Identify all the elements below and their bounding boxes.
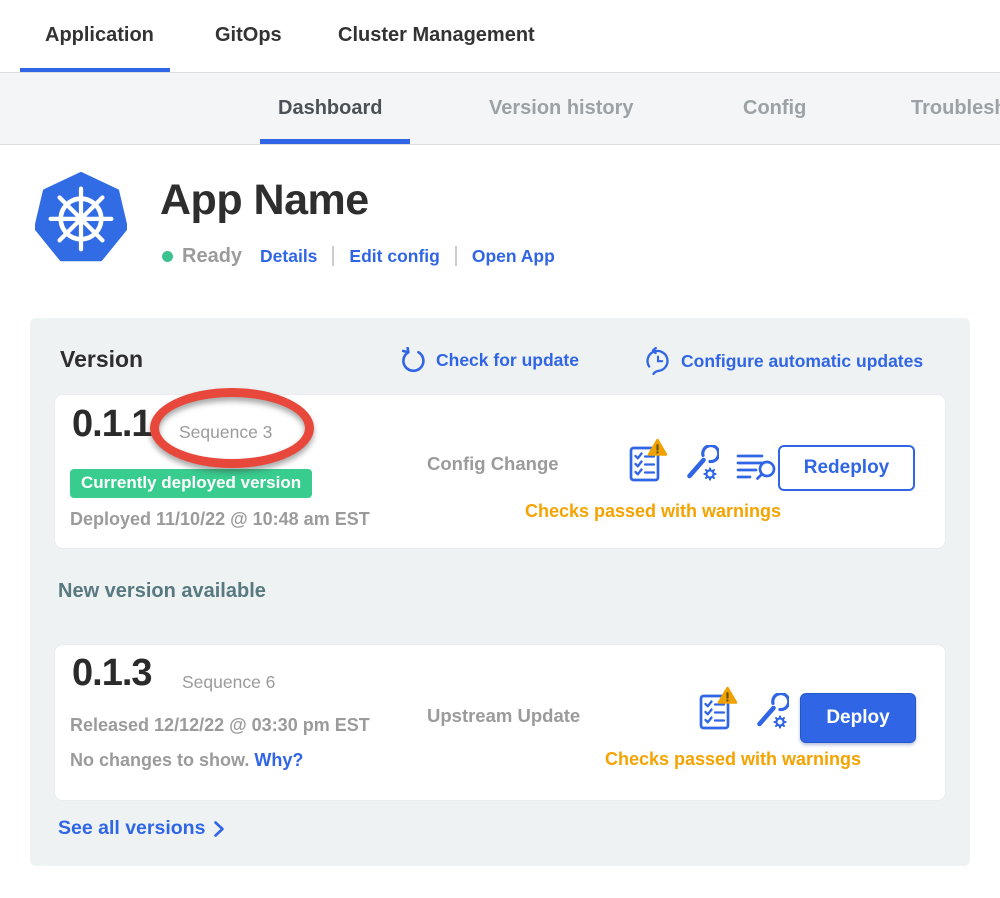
checklist-warning-icon[interactable] <box>698 687 736 731</box>
why-link[interactable]: Why? <box>254 750 303 770</box>
current-version-sequence: Sequence 3 <box>179 422 272 443</box>
app-status-row: Ready Details Edit config Open App <box>162 243 555 269</box>
status-dot-icon <box>162 251 173 262</box>
available-version-checks-status: Checks passed with warnings <box>543 749 923 770</box>
available-version-sequence: Sequence 6 <box>182 672 275 693</box>
tab-gitops[interactable]: GitOps <box>215 24 282 47</box>
deployed-timestamp: Deployed 11/10/22 @ 10:48 am EST <box>70 509 370 530</box>
edit-config-link[interactable]: Edit config <box>349 246 439 267</box>
checklist-warning-icon[interactable] <box>628 439 666 483</box>
available-version-check-icons <box>698 687 789 731</box>
tab-cluster-management[interactable]: Cluster Management <box>338 24 535 47</box>
subtab-version-history[interactable]: Version history <box>489 97 634 120</box>
deploy-button[interactable]: Deploy <box>800 693 916 743</box>
current-version-check-icons <box>628 439 778 483</box>
check-for-update-button[interactable]: Check for update <box>400 347 579 374</box>
new-version-heading: New version available <box>58 580 266 603</box>
see-all-versions-label: See all versions <box>58 817 205 840</box>
current-version-card: 0.1.1 Sequence 3 Currently deployed vers… <box>55 395 945 548</box>
app-screen: Application GitOps Cluster Management Da… <box>0 0 1000 898</box>
subtab-dashboard[interactable]: Dashboard <box>278 97 382 120</box>
details-link[interactable]: Details <box>260 246 317 267</box>
current-version-source: Config Change <box>427 453 559 475</box>
no-changes-row: No changes to show. Why? <box>70 750 303 771</box>
view-files-icon[interactable] <box>736 451 778 483</box>
chevron-right-icon <box>213 820 225 838</box>
redeploy-button[interactable]: Redeploy <box>778 445 915 491</box>
currently-deployed-badge: Currently deployed version <box>70 469 312 498</box>
open-app-link[interactable]: Open App <box>472 246 555 267</box>
status-badge: Ready <box>182 245 242 268</box>
divider <box>455 246 457 266</box>
check-for-update-label: Check for update <box>436 350 579 371</box>
top-nav: Application GitOps Cluster Management <box>0 0 1000 72</box>
version-panel: Version Check for update Configure autom… <box>30 318 970 866</box>
wrench-gear-icon[interactable] <box>753 693 789 731</box>
divider <box>332 246 334 266</box>
tab-application[interactable]: Application <box>45 24 154 47</box>
subtab-troubleshoot[interactable]: Troubleshoot <box>911 97 1000 120</box>
see-all-versions-link[interactable]: See all versions <box>58 817 225 840</box>
released-timestamp: Released 12/12/22 @ 03:30 pm EST <box>70 715 370 736</box>
wrench-gear-icon[interactable] <box>683 445 719 483</box>
configure-automatic-updates-button[interactable]: Configure automatic updates <box>644 347 923 375</box>
active-subtab-underline <box>260 139 410 144</box>
current-version-checks-status: Checks passed with warnings <box>463 501 843 522</box>
sub-nav: Dashboard Version history Config Trouble… <box>0 72 1000 145</box>
configure-automatic-updates-label: Configure automatic updates <box>681 351 923 372</box>
version-panel-title: Version <box>60 346 143 373</box>
kubernetes-logo <box>35 172 127 264</box>
subtab-config[interactable]: Config <box>743 97 806 120</box>
refresh-icon <box>400 347 427 374</box>
page-title: App Name <box>160 176 369 225</box>
available-version-source: Upstream Update <box>427 705 580 727</box>
available-version-number: 0.1.3 <box>72 652 152 695</box>
no-changes-label: No changes to show. <box>70 750 249 770</box>
current-version-number: 0.1.1 <box>72 403 152 446</box>
auto-update-icon <box>644 347 672 375</box>
available-version-card: 0.1.3 Sequence 6 Released 12/12/22 @ 03:… <box>55 645 945 800</box>
